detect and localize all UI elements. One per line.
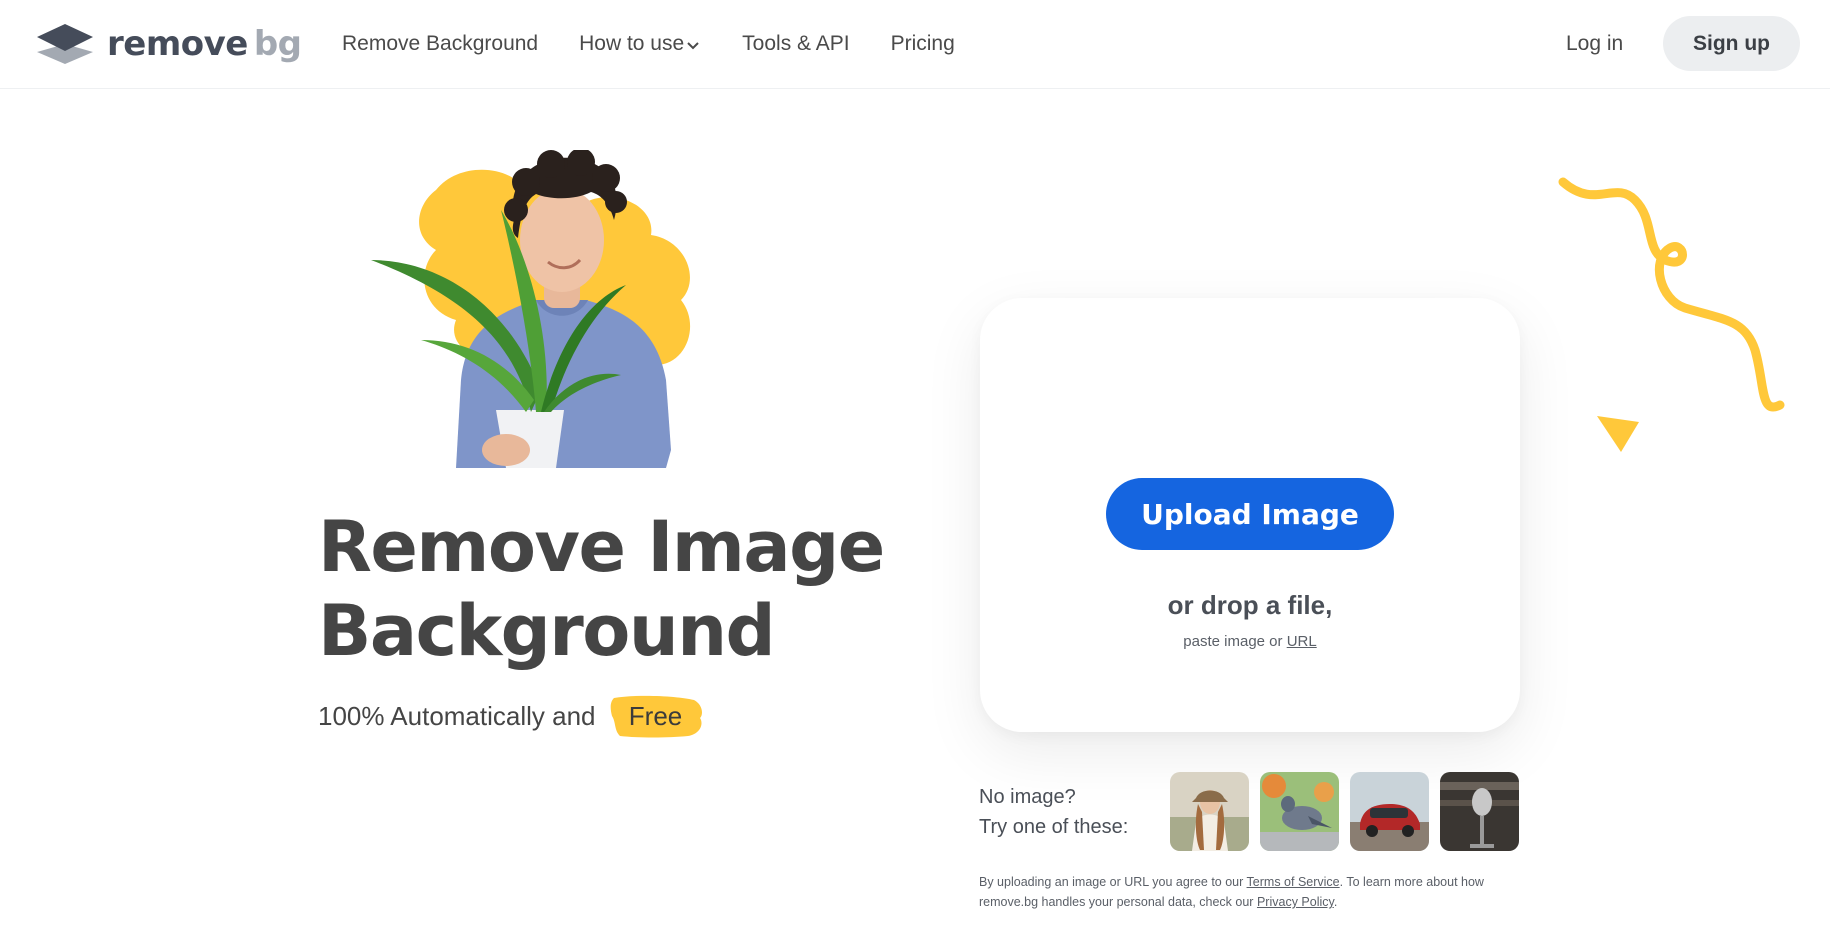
sample-prompt-line-1: No image? — [979, 786, 1076, 808]
sample-pigeon-thumbnail[interactable] — [1260, 772, 1339, 851]
paste-image-text: paste image or URL — [980, 633, 1520, 650]
microphone-image — [1440, 772, 1519, 851]
login-link[interactable]: Log in — [1566, 27, 1623, 61]
title-line-2: Background — [318, 590, 776, 672]
nav-how-to-use-label: How to use — [579, 32, 685, 55]
sample-microphone-thumbnail[interactable] — [1440, 772, 1519, 851]
car-image — [1350, 772, 1429, 851]
subtitle-text: 100% Automatically and — [318, 700, 596, 731]
hero-subtitle: 100% Automatically and Free — [318, 694, 704, 738]
nav-pricing[interactable]: Pricing — [891, 32, 955, 56]
signup-button[interactable]: Sign up — [1663, 16, 1800, 71]
logo-word-remove: remove — [107, 24, 248, 64]
top-navbar: remove bg Remove Background How to use To… — [0, 0, 1830, 89]
sample-prompt-line-2: Try one of these: — [979, 816, 1129, 838]
paste-prefix: paste image or — [1183, 633, 1283, 650]
pigeon-image — [1260, 772, 1339, 851]
privacy-policy-link[interactable]: Privacy Policy — [1257, 895, 1334, 909]
sample-car-thumbnail[interactable] — [1350, 772, 1429, 851]
yellow-triangle-decoration — [1597, 416, 1639, 452]
legal-text-1: By uploading an image or URL you agree t… — [979, 875, 1244, 889]
terms-of-service-link[interactable]: Terms of Service — [1247, 875, 1340, 889]
chevron-down-icon — [687, 42, 699, 50]
sample-prompt: No image? Try one of these: — [979, 782, 1128, 842]
removebg-logo[interactable]: remove bg — [37, 22, 302, 66]
upload-dropzone[interactable]: Upload Image or drop a file, paste image… — [980, 298, 1520, 732]
nav-how-to-use[interactable]: How to use — [579, 32, 700, 56]
layers-logo-icon — [37, 24, 93, 64]
drop-file-text: or drop a file, — [1167, 590, 1333, 620]
url-link[interactable]: URL — [1287, 633, 1317, 650]
yellow-squiggle-decoration — [1558, 177, 1785, 412]
upload-image-button[interactable]: Upload Image — [1106, 478, 1394, 550]
free-badge-text: Free — [628, 700, 683, 731]
logo-word-bg: bg — [253, 24, 302, 64]
legal-notice: By uploading an image or URL you agree t… — [979, 872, 1539, 912]
page-title: Remove Image Background — [318, 505, 938, 673]
hero-person-with-plant-image — [371, 150, 691, 468]
nav-remove-background[interactable]: Remove Background — [342, 32, 538, 56]
free-badge: Free — [608, 694, 704, 738]
woman-image — [1170, 772, 1249, 851]
main-nav: Remove Background How to use Tools & API… — [342, 27, 955, 61]
nav-tools-api[interactable]: Tools & API — [742, 32, 849, 56]
legal-text-3: . — [1333, 895, 1338, 909]
logo-wordmark: remove bg — [107, 22, 302, 66]
title-line-1: Remove Image — [318, 506, 885, 588]
sample-woman-thumbnail[interactable] — [1170, 772, 1249, 851]
sample-images — [1170, 772, 1530, 851]
